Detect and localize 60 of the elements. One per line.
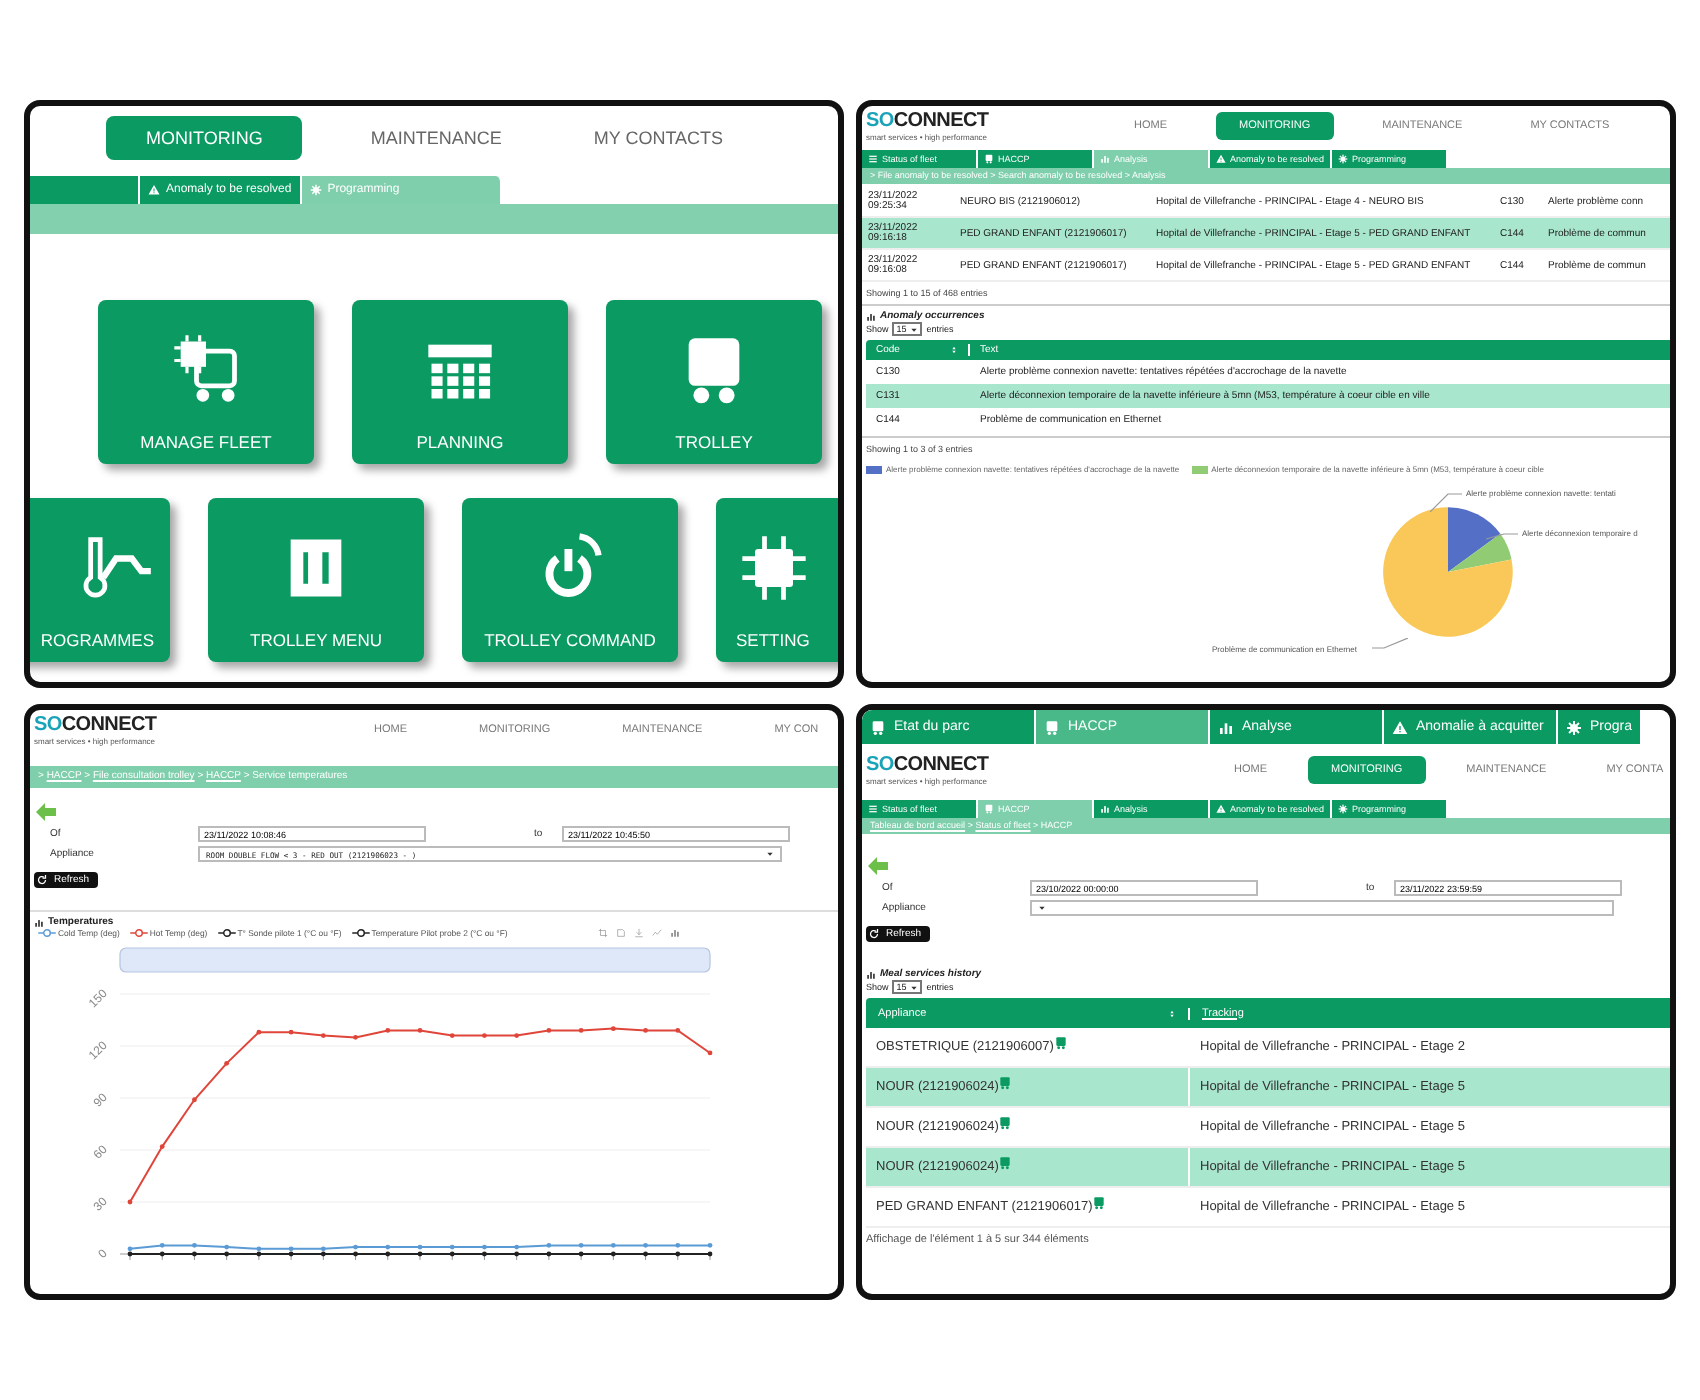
refresh-icon — [36, 874, 48, 886]
leader-line — [1372, 638, 1408, 650]
warning-icon — [1392, 719, 1408, 735]
nav-tab[interactable]: MAINTENANCE — [346, 118, 526, 158]
tile-button[interactable]: SETTING — [716, 498, 838, 662]
chip-icon — [736, 530, 812, 606]
trolley-icon — [1053, 1035, 1068, 1049]
trolley-icon — [998, 1155, 1013, 1169]
gear-icon — [1338, 804, 1349, 814]
sort-icon — [1168, 1009, 1176, 1017]
restore-icon — [615, 928, 626, 938]
tile-button[interactable]: TROLLEY COMMAND — [462, 498, 678, 662]
leader-line — [1430, 492, 1462, 512]
trolley-icon — [1044, 719, 1060, 735]
caret-icon — [766, 850, 774, 858]
trolley-icon — [1092, 1195, 1107, 1209]
bar-chart-icon — [1100, 804, 1110, 814]
gear-icon — [1338, 154, 1349, 164]
logo-text: SOCONNECT — [866, 755, 991, 775]
tile-button[interactable]: MANAGE FLEET — [98, 300, 314, 464]
select-field[interactable] — [1030, 900, 1614, 916]
crop-icon — [597, 928, 608, 938]
caret-icon — [910, 325, 919, 333]
trolley-icon — [870, 719, 886, 735]
bar-chart-icon — [1218, 719, 1234, 735]
logo-text: SOCONNECT — [866, 111, 991, 131]
gear-icon — [1566, 719, 1582, 735]
trolley-icon — [998, 1075, 1013, 1089]
caret-icon — [910, 983, 919, 991]
line-chart-icon — [651, 928, 662, 938]
back-arrow-icon — [34, 800, 58, 824]
leader-line — [1486, 532, 1518, 540]
caret-icon — [1038, 904, 1046, 912]
tab[interactable] — [30, 176, 140, 204]
trolley-icon — [984, 804, 994, 814]
warning-icon — [148, 184, 160, 196]
tile-button[interactable]: PLANNING — [352, 300, 568, 464]
list-icon — [868, 154, 878, 164]
trolley-icon — [998, 1115, 1013, 1129]
bar-chart-icon — [1100, 154, 1110, 164]
bar-chart-icon — [34, 917, 44, 927]
back-arrow-icon — [866, 854, 890, 878]
bar-chart-icon — [669, 928, 680, 938]
nav-tab[interactable]: MONITORING — [106, 116, 303, 160]
sort-icon — [950, 346, 958, 354]
warning-icon — [1216, 804, 1226, 814]
tile-button[interactable]: TROLLEY MENU — [208, 498, 424, 662]
bar-chart-icon — [866, 311, 876, 321]
logo-text: SOCONNECT — [34, 715, 159, 735]
warning-icon — [1216, 154, 1226, 164]
refresh-icon — [868, 928, 880, 940]
zoom-slider[interactable] — [119, 947, 711, 973]
trolley-icon — [984, 154, 994, 164]
list-icon — [868, 804, 878, 814]
tile-button[interactable]: ROGRAMMES — [30, 498, 170, 662]
download-icon — [633, 928, 644, 938]
nav-tab[interactable]: MY CONTACTS — [569, 118, 748, 158]
bar-chart-icon — [866, 969, 876, 979]
tile-button[interactable]: TROLLEY — [606, 300, 822, 464]
gear-icon — [309, 184, 322, 196]
